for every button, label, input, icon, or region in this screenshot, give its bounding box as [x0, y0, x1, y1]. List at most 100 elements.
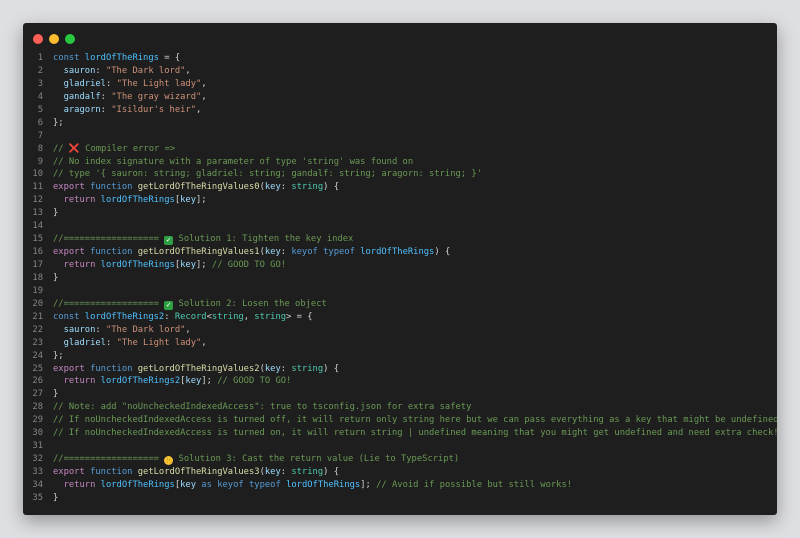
code-token: ];: [201, 376, 218, 387]
code-token: string: [211, 311, 244, 322]
cross-icon: ❌: [68, 143, 80, 154]
code-text: }: [43, 388, 58, 401]
line-number: 6: [37, 117, 43, 128]
code-token: ];: [196, 260, 212, 270]
code-token: // GOOD TO GO!: [211, 260, 287, 270]
maximize-icon[interactable]: [65, 34, 75, 44]
code-token: ,: [201, 337, 207, 348]
code-token: ,: [201, 78, 207, 89]
code-line: 22 sauron: "The Dark lord",: [23, 324, 777, 337]
minimize-icon[interactable]: [49, 34, 59, 44]
code-token: }: [53, 208, 59, 219]
code-line: 8// ❌ Compiler error =>: [23, 143, 777, 156]
line-number: 22: [32, 324, 43, 335]
code-line: 15//================== ✓ Solution 1: Tig…: [23, 233, 777, 246]
code-token: sauron: [63, 65, 96, 76]
code-token: key: [264, 247, 281, 258]
code-text: sauron: "The Dark lord",: [43, 65, 191, 78]
code-line: 29 // If noUncheckedIndexedAccess is turn…: [23, 414, 777, 427]
code-text: }: [43, 272, 58, 285]
code-line: 11 export function getLordOfTheRingValues…: [23, 181, 777, 194]
code-token: // GOOD TO GO!: [217, 376, 292, 387]
code-token: :: [105, 337, 117, 348]
code-token: // No index signature with a parameter o…: [53, 156, 414, 167]
code-token: string: [291, 182, 324, 193]
code-text: aragorn: "Isildur's heir",: [43, 104, 202, 117]
code-token: lordOfTheRings: [286, 479, 361, 490]
code-token: export: [53, 182, 91, 193]
code-token: export: [53, 467, 91, 477]
code-token: key: [180, 260, 197, 270]
line-number: 28: [32, 402, 43, 413]
line-number: 27: [32, 389, 43, 400]
code-token: //==================: [53, 234, 165, 245]
line-number: 31: [32, 441, 43, 452]
code-token: string: [254, 311, 287, 322]
line-number: 24: [32, 350, 43, 361]
line-number: 1: [37, 53, 43, 63]
code-line: 10 // type '{ sauron: string; gladriel: s…: [23, 168, 777, 181]
code-token: const: [53, 311, 85, 322]
code-token: };: [53, 117, 64, 128]
code-text: }: [43, 492, 58, 505]
code-token: ) {: [323, 182, 340, 193]
code-token: const: [53, 53, 85, 63]
code-token: getLordOfTheRingValues0: [137, 182, 260, 193]
code-token: lordOfTheRings: [84, 53, 159, 63]
code-line: 26 return lordOfTheRings2[key]; // GOOD …: [23, 375, 777, 388]
close-icon[interactable]: [33, 34, 43, 44]
code-token: getLordOfTheRingValues3: [137, 467, 260, 477]
code-line: 27}: [23, 388, 777, 401]
checkmark-icon: ✓: [164, 236, 174, 246]
line-number: 9: [37, 156, 43, 167]
line-number: 7: [37, 130, 43, 141]
code-line: 2 sauron: "The Dark lord",: [23, 65, 777, 78]
shushing-face-icon: 🤫: [164, 456, 174, 466]
code-token: }: [53, 492, 59, 503]
code-token: ,: [185, 324, 191, 335]
code-line: 3 gladriel: "The Light lady",: [23, 78, 777, 91]
line-number: 29: [32, 415, 43, 426]
code-line: 23 gladriel: "The Light lady",: [23, 337, 777, 350]
code-token: key: [180, 479, 197, 490]
code-token: ,: [201, 91, 207, 102]
code-text: const lordOfTheRings2: Record<string, st…: [43, 311, 313, 324]
code-line: 31: [23, 440, 777, 453]
code-line: 20//================== ✓ Solution 2: Los…: [23, 298, 777, 311]
code-token: getLordOfTheRingValues2: [137, 363, 260, 374]
code-line: 1 const lordOfTheRings = {: [23, 52, 777, 65]
code-line: 4 gandalf: "The gray wizard",: [23, 91, 777, 104]
code-token: :: [164, 311, 175, 322]
line-number: 12: [32, 195, 43, 206]
code-text: // type '{ sauron: string; gladriel: str…: [43, 168, 482, 181]
code-text: return lordOfTheRings[key]; // GOOD TO G…: [43, 259, 286, 272]
code-token: //==================: [53, 454, 165, 465]
code-line: 30 // If noUncheckedIndexedAccess is turn…: [23, 427, 777, 440]
line-number: 32: [32, 454, 43, 465]
code-text: gladriel: "The Light lady",: [43, 78, 207, 91]
code-token: gandalf: [63, 91, 101, 102]
code-text: //================== ✓ Solution 2: Losen…: [43, 298, 327, 311]
code-token: :: [100, 91, 112, 102]
code-token: lordOfTheRings: [360, 247, 435, 258]
code-text: // ❌ Compiler error =>: [43, 143, 175, 156]
code-line: 33 export function getLordOfTheRingValues…: [23, 466, 777, 479]
code-token: return: [63, 260, 101, 270]
code-text: };: [43, 117, 64, 130]
code-token: key: [185, 376, 202, 387]
line-number: 16: [32, 247, 43, 258]
line-number: 35: [32, 492, 43, 503]
code-text: }: [43, 207, 58, 220]
code-token: };: [53, 350, 64, 361]
code-token: }: [53, 389, 59, 400]
code-token: key: [180, 195, 197, 206]
code-token: lordOfTheRings: [100, 195, 175, 206]
code-token: key: [264, 363, 281, 374]
code-token: :: [105, 78, 117, 89]
code-line: 7: [23, 130, 777, 143]
code-token: "The Dark lord": [105, 324, 186, 335]
